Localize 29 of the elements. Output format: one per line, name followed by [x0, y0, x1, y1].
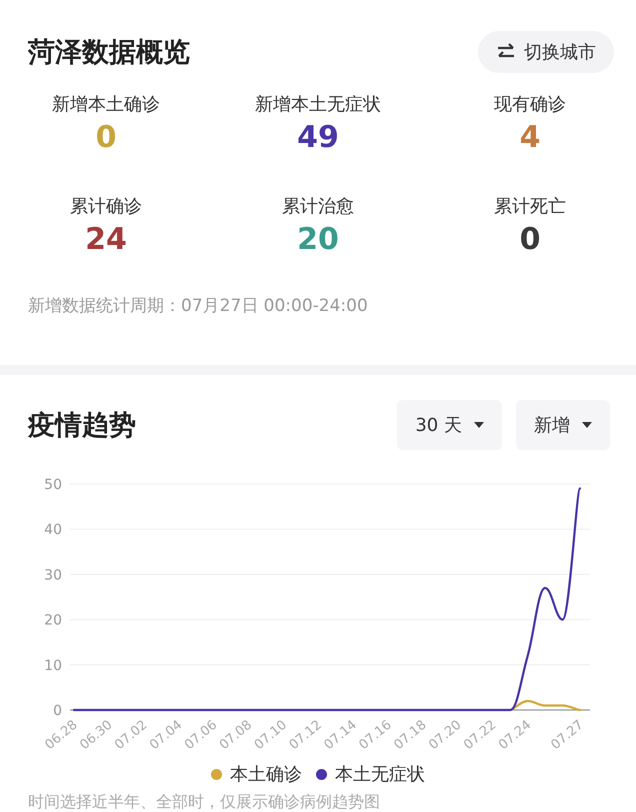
section-title: 疫情趋势 — [28, 409, 137, 443]
stat-label: 新增本土无症状 — [255, 93, 381, 116]
stat-label: 新增本土确诊 — [52, 93, 160, 116]
stat-value: 24 — [85, 222, 127, 258]
axis-label: 50 — [44, 477, 62, 493]
stat-label: 累计确诊 — [70, 195, 142, 218]
stat-value: 0 — [520, 222, 540, 258]
stat-value: 0 — [96, 120, 116, 156]
legend-label: 本土确诊 — [230, 763, 302, 786]
switch-city-button[interactable]: 切换城市 — [478, 31, 614, 73]
stat-value: 20 — [297, 222, 339, 258]
stat-label: 现有确诊 — [494, 93, 566, 116]
stat-value: 4 — [520, 120, 540, 156]
legend-label: 本土无症状 — [335, 763, 425, 786]
axis-label: 20 — [44, 612, 62, 629]
axis-label: 0 — [53, 703, 62, 719]
axis-label: 10 — [44, 658, 62, 674]
axis-label: 40 — [44, 522, 62, 538]
section-title: 菏泽数据概览 — [28, 36, 190, 70]
caret-icon — [582, 422, 592, 428]
dropdown-select[interactable]: 新增 — [516, 400, 610, 450]
dropdown-select[interactable]: 30 天 — [397, 400, 502, 450]
stat-label: 累计死亡 — [494, 195, 566, 218]
caret-icon — [474, 422, 484, 428]
period-note: 新增数据统计周期：07月27日 00:00-24:00 — [28, 295, 369, 317]
stat-value: 49 — [297, 120, 339, 156]
stat-label: 累计治愈 — [282, 195, 354, 218]
axis-label: 30 — [44, 567, 62, 584]
chart-note: 时间选择近半年、全部时，仅展示确诊病例趋势图 — [28, 792, 381, 812]
